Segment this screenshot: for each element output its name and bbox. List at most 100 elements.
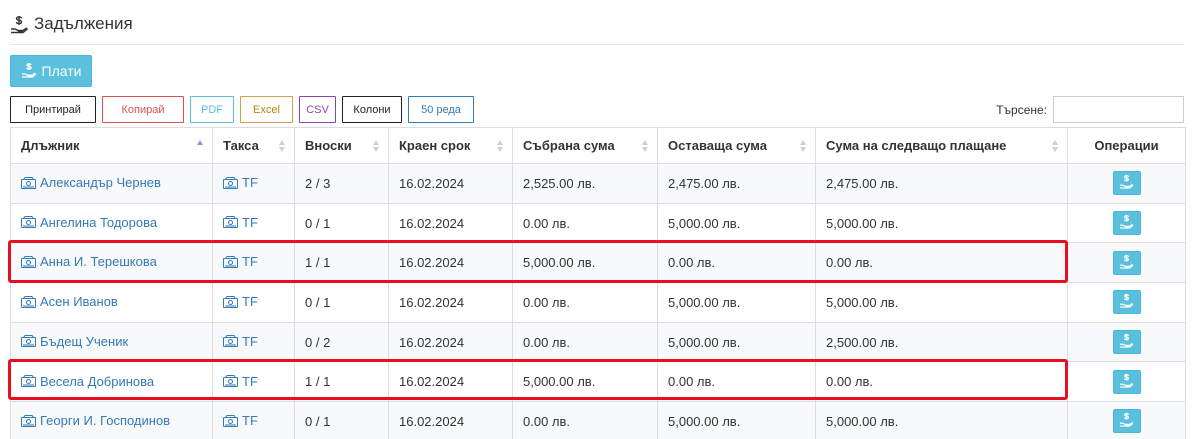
operations-cell: [1067, 202, 1186, 244]
due-date-cell: 16.02.2024: [388, 202, 513, 244]
export-toolbar: Принтирай Копирай PDF Excel CSV Колони 5…: [10, 96, 474, 123]
money-icon: [223, 295, 238, 308]
print-button[interactable]: Принтирай: [10, 96, 96, 123]
hand-money-icon: [1119, 214, 1134, 232]
money-icon: [223, 255, 238, 268]
column-header[interactable]: Сума на следващо плащане: [815, 127, 1068, 164]
operations-cell: [1067, 321, 1186, 363]
debtor-link[interactable]: Бъдещ Ученик: [21, 334, 128, 349]
debtor-link[interactable]: Александър Чернев: [21, 175, 161, 190]
fee-link[interactable]: TF: [223, 413, 258, 428]
next-payment-cell: 5,000.00 лв.: [815, 401, 1068, 439]
csv-button[interactable]: CSV: [299, 96, 336, 123]
column-header[interactable]: Вноски: [294, 127, 389, 164]
due-date-cell: 16.02.2024: [388, 282, 513, 323]
debtor-cell: Ангелина Тодорова: [10, 202, 213, 244]
column-header-label: Вноски: [305, 138, 352, 153]
column-header[interactable]: Събрана сума: [512, 127, 658, 164]
next-payment-cell: 0.00 лв.: [815, 242, 1068, 284]
collected-amount-cell: 5,000.00 лв.: [512, 361, 658, 403]
pdf-button[interactable]: PDF: [190, 96, 234, 123]
due-date-cell: 16.02.2024: [388, 321, 513, 363]
operations-cell: [1067, 163, 1186, 204]
debtor-cell: Георги И. Господинов: [10, 401, 213, 439]
fee-cell: TF: [212, 242, 295, 284]
page-header: Задължения: [10, 14, 133, 34]
operations-cell: [1067, 401, 1186, 439]
installments-cell: 0 / 2: [294, 321, 389, 363]
table-row: Бъдещ Ученик TF 0 / 2 16.02.2024 0.00 лв. 5,0…: [10, 321, 1186, 363]
remaining-amount-cell: 5,000.00 лв.: [657, 321, 816, 363]
student-card-icon: [21, 414, 36, 427]
copy-button[interactable]: Копирай: [102, 96, 184, 123]
debtor-link[interactable]: Весела Добринова: [21, 374, 154, 389]
sort-icon: [1052, 139, 1059, 152]
fee-name: TF: [242, 333, 258, 349]
student-card-icon: [21, 176, 36, 189]
student-card-icon: [21, 375, 36, 388]
pay-row-button[interactable]: [1112, 250, 1141, 275]
operations-cell: [1067, 242, 1186, 284]
column-header[interactable]: Краен срок: [388, 127, 513, 164]
fee-cell: TF: [212, 202, 295, 244]
remaining-amount-cell: 2,475.00 лв.: [657, 163, 816, 204]
student-card-icon: [21, 216, 36, 229]
sort-icon: [373, 139, 380, 152]
column-header-label: Такса: [223, 138, 259, 153]
sort-icon: [279, 139, 286, 152]
due-date-cell: 16.02.2024: [388, 361, 513, 403]
debtor-name: Ангелина Тодорова: [40, 214, 158, 230]
fee-link[interactable]: TF: [223, 254, 258, 269]
pay-button[interactable]: Плати: [10, 55, 92, 87]
debtor-link[interactable]: Асен Иванов: [21, 294, 118, 309]
debtor-cell: Весела Добринова: [10, 361, 213, 403]
table-row: Асен Иванов TF 0 / 1 16.02.2024 0.00 лв. 5,00…: [10, 282, 1186, 323]
operations-cell: [1067, 282, 1186, 323]
columns-button[interactable]: Колони: [342, 96, 402, 123]
fee-name: TF: [242, 294, 258, 310]
pay-row-button[interactable]: [1112, 409, 1141, 434]
pay-row-button[interactable]: [1112, 369, 1141, 394]
fee-link[interactable]: TF: [223, 215, 258, 230]
column-header[interactable]: Длъжник: [10, 127, 213, 164]
operations-cell: [1067, 361, 1186, 403]
money-icon: [223, 414, 238, 427]
hand-money-icon: [1119, 373, 1134, 391]
page-length-button[interactable]: 50 реда: [408, 96, 474, 123]
money-icon: [223, 216, 238, 229]
column-header[interactable]: Оставаща сума: [657, 127, 816, 164]
debtor-link[interactable]: Ангелина Тодорова: [21, 215, 157, 230]
page-title: Задължения: [34, 14, 133, 33]
table-body: Александър Чернев TF 2 / 3 16.02.2024 2,525.…: [10, 163, 1186, 439]
installments-cell: 0 / 1: [294, 282, 389, 323]
fee-link[interactable]: TF: [223, 294, 258, 309]
fee-cell: TF: [212, 401, 295, 439]
pay-row-button[interactable]: [1112, 211, 1141, 236]
header-divider: [10, 44, 1184, 45]
search-input[interactable]: [1053, 96, 1184, 123]
column-header-label: Длъжник: [21, 138, 80, 153]
remaining-amount-cell: 0.00 лв.: [657, 242, 816, 284]
remaining-amount-cell: 5,000.00 лв.: [657, 401, 816, 439]
sort-icon: [197, 139, 204, 152]
installments-cell: 0 / 1: [294, 202, 389, 244]
table-row: Весела Добринова TF 1 / 1 16.02.2024 5,000.0…: [10, 361, 1186, 403]
fee-link[interactable]: TF: [223, 334, 258, 349]
fee-cell: TF: [212, 361, 295, 403]
sort-icon: [800, 139, 807, 152]
debtor-link[interactable]: Георги И. Господинов: [21, 413, 170, 428]
debtor-cell: Александър Чернев: [10, 163, 213, 204]
column-header-label: Събрана сума: [523, 138, 615, 153]
fee-link[interactable]: TF: [223, 175, 258, 190]
collected-amount-cell: 0.00 лв.: [512, 321, 658, 363]
column-header-label: Оставаща сума: [668, 138, 767, 153]
excel-button[interactable]: Excel: [240, 96, 293, 123]
pay-row-button[interactable]: [1112, 290, 1141, 315]
hand-money-icon: [1119, 293, 1134, 311]
column-header[interactable]: Такса: [212, 127, 295, 164]
collected-amount-cell: 0.00 лв.: [512, 401, 658, 439]
fee-link[interactable]: TF: [223, 374, 258, 389]
pay-row-button[interactable]: [1112, 171, 1141, 196]
pay-row-button[interactable]: [1112, 330, 1141, 355]
debtor-link[interactable]: Анна И. Терешкова: [21, 254, 157, 269]
